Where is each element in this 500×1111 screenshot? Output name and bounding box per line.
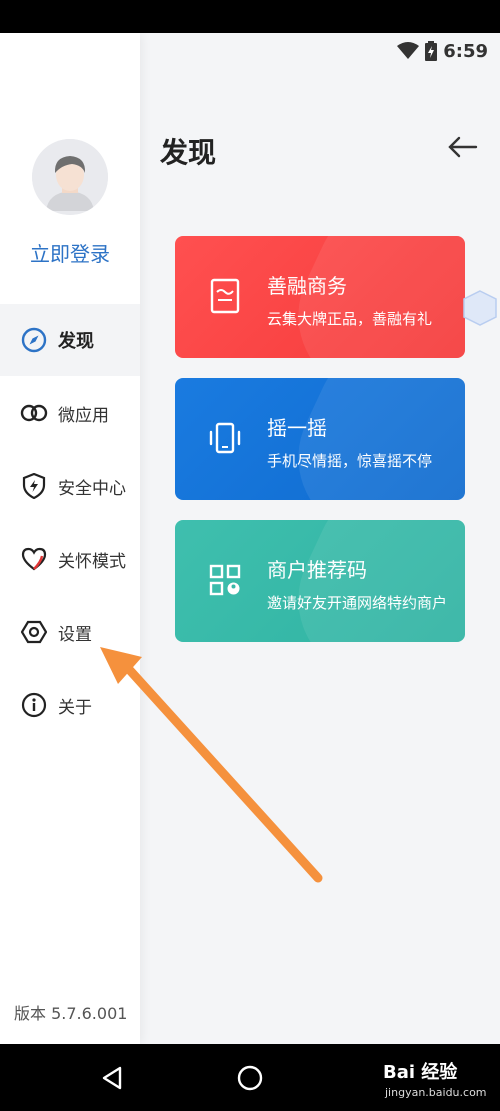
sidebar-item-label: 设置 [58, 624, 92, 645]
sidebar-item-label: 发现 [58, 331, 94, 352]
status-indicators: 6:59 [397, 39, 488, 63]
sidebar-item-discover[interactable]: 发现 [0, 304, 140, 376]
user-avatar-icon [32, 139, 108, 215]
login-link[interactable]: 立即登录 [0, 238, 140, 267]
card-merchant-referral[interactable]: 商户推荐码 邀请好友开通网络特约商户 [175, 520, 465, 642]
status-time: 6:59 [443, 40, 488, 62]
avatar[interactable] [32, 139, 108, 215]
shake-phone-icon [209, 422, 241, 454]
app-version: 版本 5.7.6.001 [14, 1004, 128, 1023]
battery-icon [425, 41, 438, 61]
qr-code-icon [209, 564, 241, 596]
sidebar-item-micro-apps[interactable]: 微应用 [0, 377, 140, 449]
link-icon [20, 399, 48, 427]
sidebar-item-security[interactable]: 安全中心 [0, 450, 140, 522]
watermark-brand: Bai 经验 [383, 1062, 458, 1083]
sidebar-item-label: 关怀模式 [58, 551, 126, 572]
card-subtitle: 云集大牌正品，善融有礼 [267, 310, 433, 328]
watermark-url: jingyan.baidu.com [385, 1086, 487, 1099]
sidebar: 立即登录 发现 微应用 安全中心 关怀模式 设置 关于 版本 5.7.6.001 [0, 33, 140, 1044]
sidebar-item-label: 安全中心 [58, 478, 126, 499]
settings-icon [20, 618, 48, 646]
nav-home-icon[interactable] [234, 1062, 266, 1094]
wifi-icon [397, 42, 420, 59]
card-shanrong-business[interactable]: 善融商务 云集大牌正品，善融有礼 [175, 236, 465, 358]
baidu-watermark: Bai 经验 jingyan.baidu.com [375, 1052, 495, 1107]
card-title: 善融商务 [267, 274, 347, 298]
heart-icon [20, 545, 48, 573]
floating-cube-icon [463, 290, 497, 326]
shield-icon [20, 472, 48, 500]
info-icon [20, 691, 48, 719]
app-screen: 6:59 立即登录 发现 微应用 安全中心 关怀模式 设置 关于 版本 5.7.… [0, 33, 500, 1044]
sidebar-item-settings[interactable]: 设置 [0, 596, 140, 668]
back-arrow-icon[interactable] [446, 133, 478, 161]
card-title: 摇一摇 [267, 416, 327, 440]
card-subtitle: 邀请好友开通网络特约商户 [267, 594, 448, 612]
card-shake[interactable]: 摇一摇 手机尽情摇，惊喜摇不停 [175, 378, 465, 500]
sidebar-item-about[interactable]: 关于 [0, 669, 140, 741]
nav-back-icon[interactable] [96, 1062, 128, 1094]
compass-icon [20, 326, 48, 354]
sidebar-item-care-mode[interactable]: 关怀模式 [0, 523, 140, 595]
sidebar-item-label: 微应用 [58, 405, 109, 426]
card-subtitle: 手机尽情摇，惊喜摇不停 [267, 452, 433, 470]
page-title: 发现 [160, 136, 217, 169]
shop-icon [210, 278, 240, 314]
sidebar-item-label: 关于 [58, 697, 92, 718]
card-title: 商户推荐码 [267, 558, 367, 582]
